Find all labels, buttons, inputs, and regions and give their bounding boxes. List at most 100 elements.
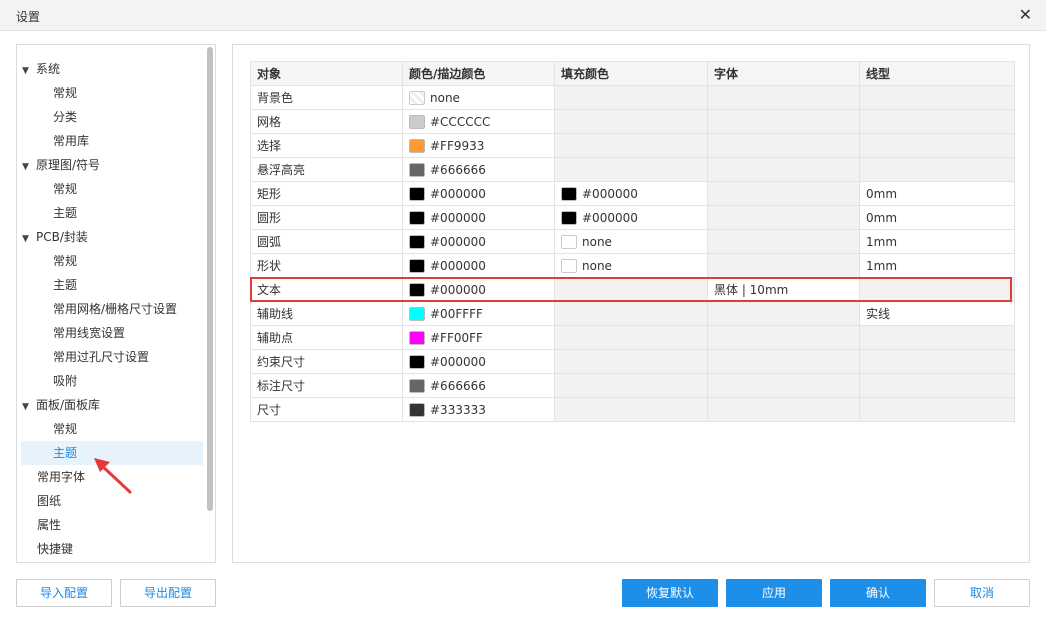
font-cell xyxy=(707,205,860,230)
close-icon[interactable]: ✕ xyxy=(1019,6,1032,24)
font-cell[interactable]: 黑体 | 10mm xyxy=(707,277,860,302)
stroke-color-cell[interactable]: #FF9933 xyxy=(402,133,555,158)
color-swatch[interactable] xyxy=(409,354,425,369)
stroke-color-cell[interactable]: #000000 xyxy=(402,349,555,374)
table-row: 约束尺寸 #000000 xyxy=(250,349,1015,374)
caret-down-icon[interactable]: ▼ xyxy=(22,395,36,419)
sidebar-item[interactable]: 属性 xyxy=(17,513,205,537)
caret-down-icon[interactable]: ▼ xyxy=(22,155,36,179)
sidebar-item-label: 常规 xyxy=(53,254,78,268)
sidebar-item[interactable]: 快捷键 xyxy=(17,537,205,561)
color-swatch[interactable] xyxy=(409,378,425,393)
stroke-color-cell[interactable]: #FF00FF xyxy=(402,325,555,350)
color-swatch[interactable] xyxy=(409,114,425,129)
line-style-cell[interactable]: 1mm xyxy=(859,229,1015,254)
stroke-color-value: #CCCCCC xyxy=(430,114,491,129)
sidebar-group[interactable]: ▼ 系统 xyxy=(17,57,205,81)
sidebar-item-label: 常规 xyxy=(53,182,78,196)
color-swatch[interactable] xyxy=(409,90,425,105)
sidebar-item-label: 主题 xyxy=(53,278,78,292)
stroke-color-cell[interactable]: #CCCCCC xyxy=(402,109,555,134)
fill-color-cell xyxy=(554,85,708,110)
object-name-cell: 选择 xyxy=(250,133,403,158)
sidebar-item[interactable]: 常用线宽设置 xyxy=(17,321,205,345)
stroke-color-cell[interactable]: #00FFFF xyxy=(402,301,555,326)
table-row: 网格 #CCCCCC xyxy=(250,109,1015,134)
color-swatch[interactable] xyxy=(561,210,577,225)
table-row: 背景色 none xyxy=(250,85,1015,110)
sidebar-item[interactable]: 主题 xyxy=(17,273,205,297)
line-style-cell[interactable]: 0mm xyxy=(859,181,1015,206)
sidebar-item[interactable]: 主题 xyxy=(17,201,205,225)
sidebar-group[interactable]: ▼ 原理图/符号 xyxy=(17,153,205,177)
color-swatch[interactable] xyxy=(409,282,425,297)
sidebar-item[interactable]: 常用网格/栅格尺寸设置 xyxy=(17,297,205,321)
cancel-button[interactable]: 取消 xyxy=(934,579,1030,607)
object-name-cell: 辅助线 xyxy=(250,301,403,326)
fill-color-cell[interactable]: #000000 xyxy=(554,205,708,230)
stroke-color-cell[interactable]: #000000 xyxy=(402,253,555,278)
stroke-color-value: #000000 xyxy=(430,354,486,369)
fill-color-value: none xyxy=(582,258,612,273)
caret-down-icon[interactable]: ▼ xyxy=(22,59,36,83)
font-cell xyxy=(707,397,860,422)
sidebar-group[interactable]: ▼ PCB/封装 xyxy=(17,225,205,249)
color-swatch[interactable] xyxy=(409,210,425,225)
font-cell xyxy=(707,181,860,206)
stroke-color-cell[interactable]: #000000 xyxy=(402,205,555,230)
line-style-cell xyxy=(859,373,1015,398)
color-swatch[interactable] xyxy=(409,234,425,249)
fill-color-cell xyxy=(554,277,708,302)
line-style-cell xyxy=(859,133,1015,158)
export-config-button[interactable]: 导出配置 xyxy=(120,579,216,607)
fill-color-cell xyxy=(554,157,708,182)
sidebar-item[interactable]: 常规 xyxy=(17,81,205,105)
fill-color-cell[interactable]: none xyxy=(554,229,708,254)
stroke-color-cell[interactable]: none xyxy=(402,85,555,110)
color-swatch[interactable] xyxy=(561,186,577,201)
sidebar-scrollbar[interactable] xyxy=(207,47,213,511)
color-swatch[interactable] xyxy=(409,306,425,321)
color-swatch[interactable] xyxy=(561,258,577,273)
sidebar-group[interactable]: ▼ 面板/面板库 xyxy=(17,393,205,417)
line-style-cell[interactable]: 1mm xyxy=(859,253,1015,278)
color-swatch[interactable] xyxy=(409,138,425,153)
sidebar-item[interactable]: 常规 xyxy=(17,417,205,441)
stroke-color-cell[interactable]: #000000 xyxy=(402,229,555,254)
fill-color-cell xyxy=(554,397,708,422)
line-style-cell[interactable]: 实线 xyxy=(859,301,1015,326)
color-swatch[interactable] xyxy=(561,234,577,249)
fill-color-cell[interactable]: #000000 xyxy=(554,181,708,206)
sidebar-item[interactable]: 常规 xyxy=(17,177,205,201)
column-header-line-style: 线型 xyxy=(859,61,1015,86)
font-cell xyxy=(707,253,860,278)
color-swatch[interactable] xyxy=(409,258,425,273)
confirm-button[interactable]: 确认 xyxy=(830,579,926,607)
sidebar-item[interactable]: 常用过孔尺寸设置 xyxy=(17,345,205,369)
color-swatch[interactable] xyxy=(409,330,425,345)
table-row: 圆弧 #000000 none 1mm xyxy=(250,229,1015,254)
stroke-color-cell[interactable]: #666666 xyxy=(402,157,555,182)
theme-table: 对象 颜色/描边颜色 填充颜色 字体 线型 背景色 none 网格 #CCCCCC 选择… xyxy=(250,61,1015,422)
color-swatch[interactable] xyxy=(409,186,425,201)
sidebar-item[interactable]: 吸附 xyxy=(17,369,205,393)
line-style-cell xyxy=(859,157,1015,182)
apply-button[interactable]: 应用 xyxy=(726,579,822,607)
sidebar-item[interactable]: 分类 xyxy=(17,105,205,129)
stroke-color-cell[interactable]: #666666 xyxy=(402,373,555,398)
restore-default-button[interactable]: 恢复默认 xyxy=(622,579,718,607)
sidebar-item[interactable]: 常规 xyxy=(17,249,205,273)
sidebar-item-label: 常用过孔尺寸设置 xyxy=(53,350,150,364)
stroke-color-cell[interactable]: #000000 xyxy=(402,181,555,206)
fill-color-cell[interactable]: none xyxy=(554,253,708,278)
fill-color-value: none xyxy=(582,234,612,249)
stroke-color-cell[interactable]: #000000 xyxy=(402,277,555,302)
table-row: 尺寸 #333333 xyxy=(250,397,1015,422)
import-config-button[interactable]: 导入配置 xyxy=(16,579,112,607)
line-style-cell[interactable]: 0mm xyxy=(859,205,1015,230)
sidebar-item[interactable]: 常用库 xyxy=(17,129,205,153)
caret-down-icon[interactable]: ▼ xyxy=(22,227,36,251)
color-swatch[interactable] xyxy=(409,162,425,177)
color-swatch[interactable] xyxy=(409,402,425,417)
stroke-color-cell[interactable]: #333333 xyxy=(402,397,555,422)
